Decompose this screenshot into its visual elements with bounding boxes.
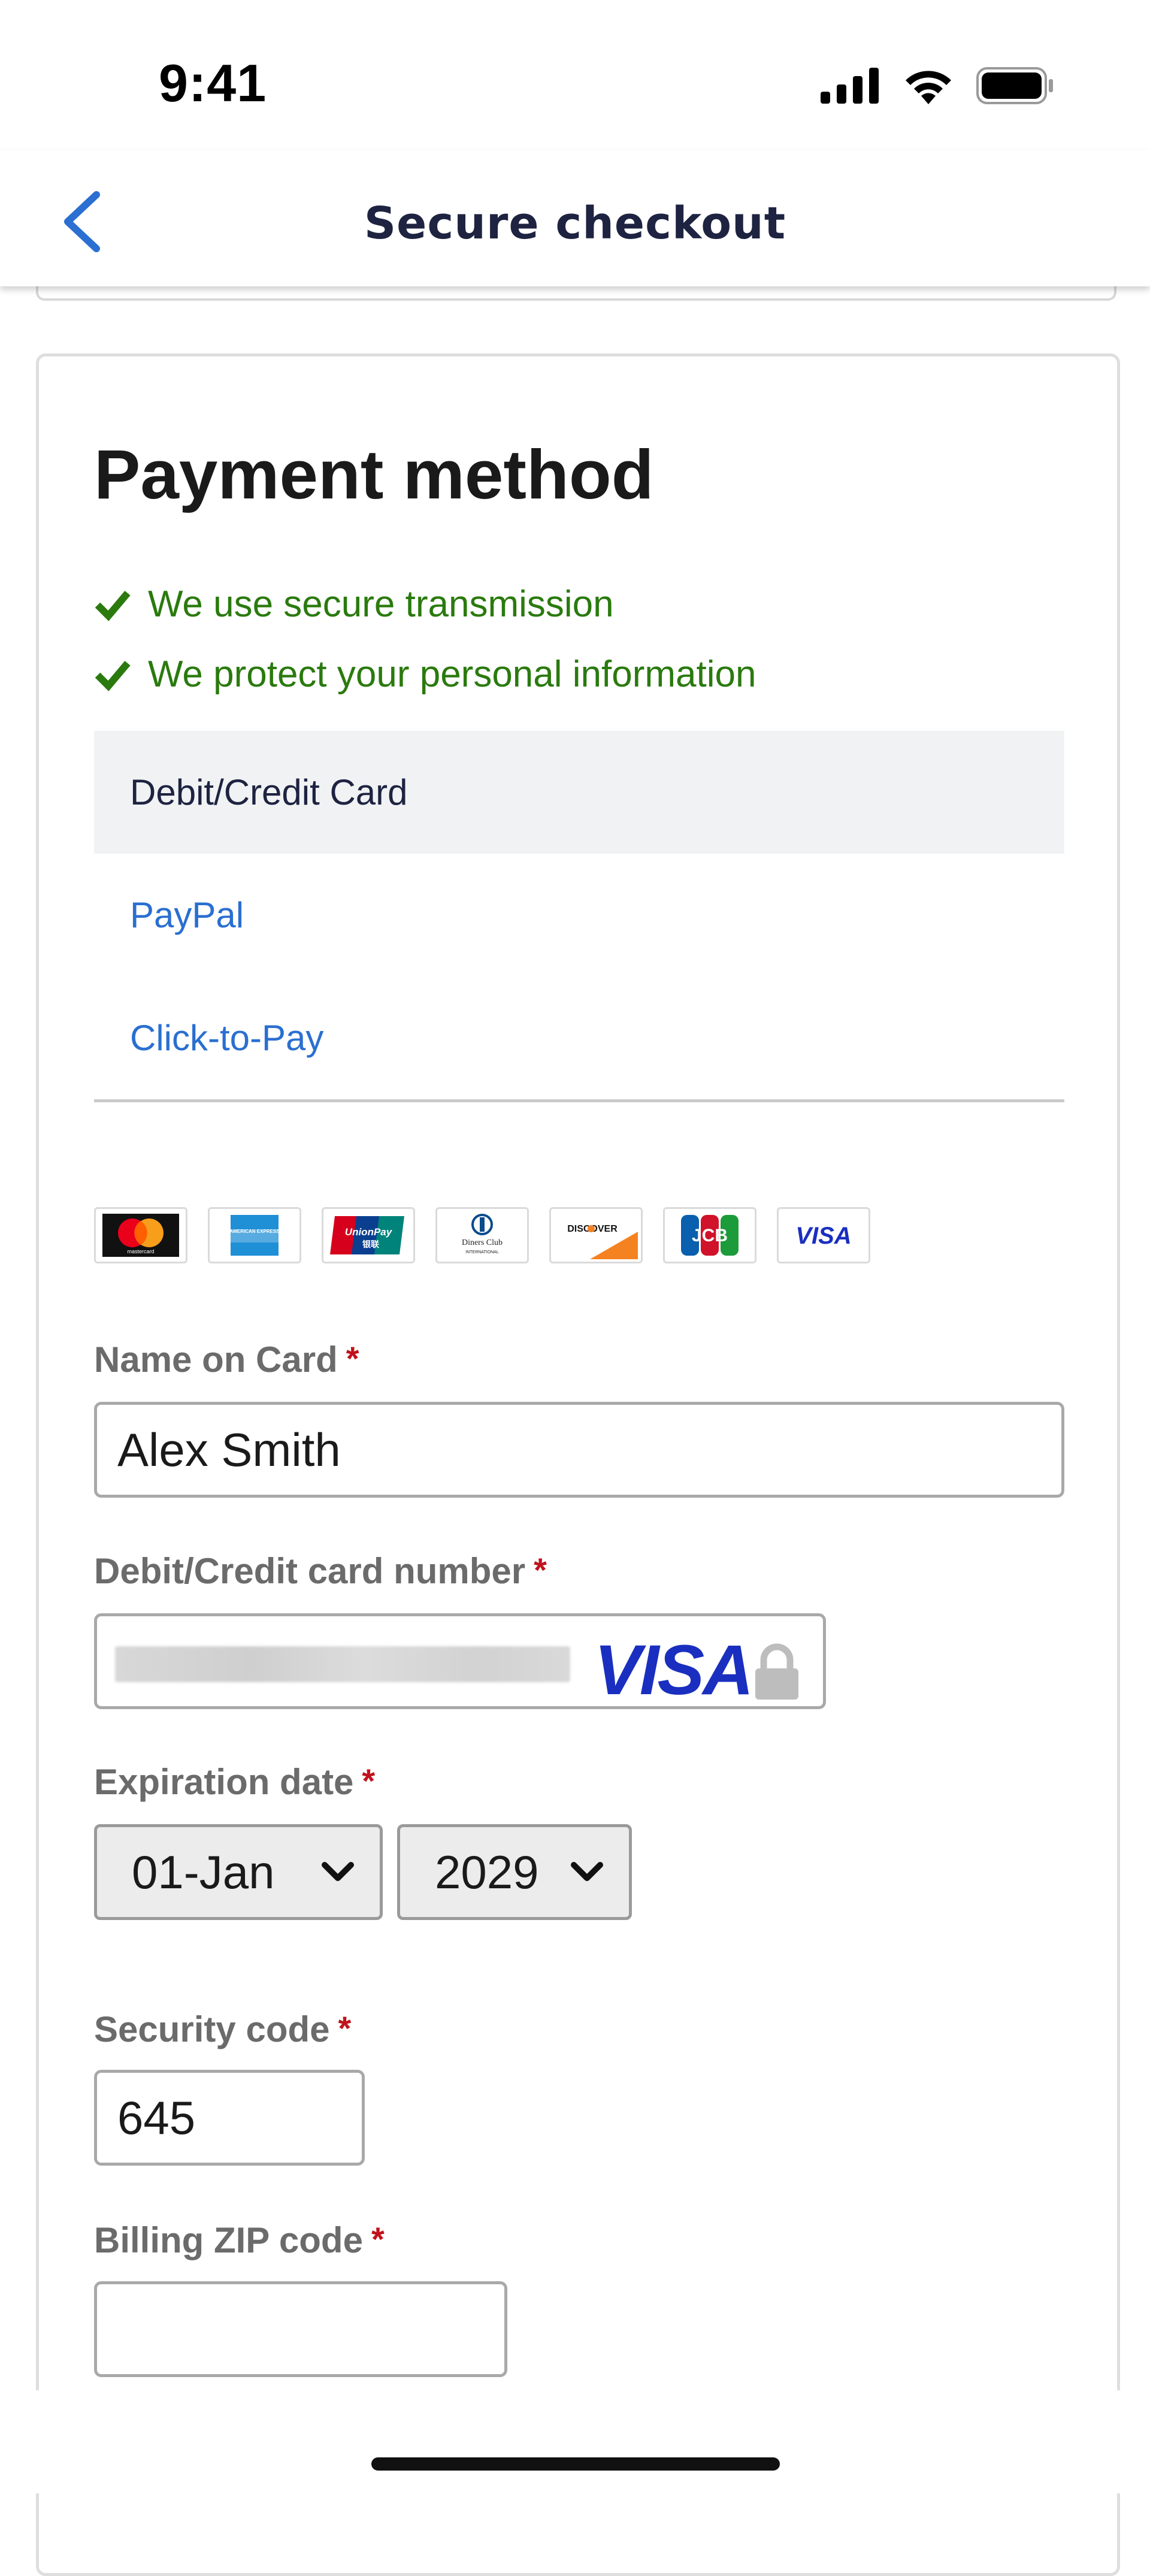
billing-zip-input[interactable]: [94, 2281, 507, 2377]
lock-icon: [755, 1643, 798, 1700]
section-title: Payment method: [94, 436, 654, 513]
jcb-logo: JCB: [663, 1207, 756, 1263]
payment-method-card: Payment method We use secure transmissio…: [36, 353, 1120, 2576]
svg-text:VISA: VISA: [795, 1223, 851, 1249]
diners-club-logo: Diners Club INTERNATIONAL: [435, 1207, 529, 1263]
tab-debit-credit-card[interactable]: Debit/Credit Card: [94, 731, 1064, 854]
nav-bar: Secure checkout: [0, 150, 1150, 286]
privacy-note-text: We protect your personal information: [148, 654, 756, 695]
required-marker: *: [534, 1551, 547, 1589]
tabs-divider: [94, 1099, 1064, 1102]
svg-text:mastercard: mastercard: [127, 1248, 154, 1254]
card-number-input[interactable]: VISA: [94, 1613, 826, 1710]
status-time: 9:41: [159, 53, 267, 113]
checkmark-icon: [95, 590, 131, 621]
expiration-year-select[interactable]: 2029: [397, 1824, 632, 1920]
visa-logo: VISA: [777, 1207, 870, 1263]
checkmark-icon: [95, 660, 131, 691]
expiration-label: Expiration date *: [94, 1762, 376, 1802]
accepted-cards: mastercard AMERICAN EXPRESS UnionPay 银联: [94, 1207, 870, 1263]
name-on-card-label: Name on Card *: [94, 1340, 359, 1380]
amex-logo: AMERICAN EXPRESS: [208, 1207, 301, 1263]
svg-text:Diners Club: Diners Club: [462, 1238, 503, 1247]
billing-zip-label: Billing ZIP code *: [94, 2220, 385, 2260]
secure-note-text: We use secure transmission: [148, 583, 614, 625]
battery-icon: [976, 67, 1053, 104]
privacy-note: We protect your personal information: [94, 653, 756, 696]
signal-icon: [821, 68, 879, 104]
bottom-safe-area: [0, 2390, 1150, 2493]
required-marker: *: [338, 2009, 352, 2047]
wifi-icon: [906, 71, 951, 104]
masked-card-number: [115, 1646, 570, 1682]
card-brand-visa: VISA: [594, 1631, 753, 1710]
page-title: Secure checkout: [364, 198, 786, 249]
required-marker: *: [371, 2220, 385, 2258]
mastercard-logo: mastercard: [94, 1207, 187, 1263]
name-on-card-input[interactable]: Alex Smith: [94, 1402, 1064, 1498]
tab-paypal[interactable]: PayPal: [94, 854, 1064, 976]
unionpay-logo: UnionPay 银联: [322, 1207, 415, 1263]
svg-text:UnionPay: UnionPay: [345, 1226, 393, 1238]
discover-logo: DISCOVER: [549, 1207, 643, 1263]
svg-text:INTERNATIONAL: INTERNATIONAL: [465, 1250, 499, 1254]
required-marker: *: [362, 1762, 376, 1800]
secure-transmission-note: We use secure transmission: [94, 583, 614, 625]
chevron-down-icon: [322, 1862, 354, 1881]
required-marker: *: [346, 1340, 359, 1377]
security-code-input[interactable]: 645: [94, 2070, 365, 2166]
svg-text:JCB: JCB: [692, 1226, 728, 1245]
svg-text:银联: 银联: [362, 1239, 380, 1250]
status-icons: [821, 65, 1054, 107]
home-indicator[interactable]: [371, 2457, 780, 2471]
tab-click-to-pay[interactable]: Click-to-Pay: [94, 976, 1064, 1099]
card-number-label: Debit/Credit card number *: [94, 1551, 547, 1591]
security-code-label: Security code *: [94, 2009, 352, 2049]
expiration-month-select[interactable]: 01-Jan: [94, 1824, 383, 1920]
svg-text:AMERICAN EXPRESS: AMERICAN EXPRESS: [229, 1229, 280, 1234]
payment-tabs: Debit/Credit Card PayPal Click-to-Pay: [94, 731, 1064, 1102]
chevron-down-icon: [571, 1862, 603, 1881]
status-bar: 9:41: [0, 0, 1150, 150]
